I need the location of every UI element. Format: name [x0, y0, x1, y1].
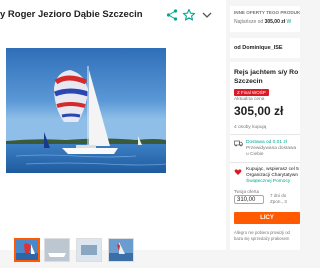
- thumbnail-3[interactable]: [76, 238, 102, 262]
- your-offer-label: Twoja oferta: [234, 189, 260, 194]
- seller-prefix: od: [234, 45, 241, 51]
- offer-card: Rejs jachtem s/y Ro Szczecin Z Final WOŚ…: [230, 62, 300, 250]
- other-offers-heading: INNE OFERTY TEGO PRODUK: [234, 10, 301, 15]
- bid-button[interactable]: LICY: [234, 212, 300, 224]
- offer-note-line2: Zpon., 3: [270, 199, 287, 204]
- footer-line1: Allegro nie pobiera prowizji od: [234, 230, 290, 235]
- share-icon[interactable]: [165, 8, 179, 22]
- heart-icon: [234, 169, 242, 175]
- divider: [230, 134, 300, 135]
- offer-title-line2: Szczecin: [234, 78, 263, 85]
- charity-badge: Z Final WOŚP: [234, 89, 269, 96]
- lowest-price-value: 305,00 zł: [264, 19, 286, 25]
- seller-card: od Dominique_ISE: [230, 38, 300, 58]
- seller-name[interactable]: Dominique_ISE: [242, 45, 282, 51]
- main-photo-sailboat[interactable]: [6, 48, 166, 173]
- chevron-down-icon[interactable]: [200, 8, 214, 22]
- truck-icon: [234, 140, 243, 147]
- thumbnail-1[interactable]: [14, 238, 40, 262]
- lowest-price-label: Najtańsze od: [234, 19, 264, 25]
- offer-amount-input[interactable]: 310,00: [234, 195, 264, 204]
- sidebar: INNE OFERTY TEGO PRODUK Najtańsze od 305…: [226, 0, 300, 250]
- buyers-count: 4 osoby kupują: [234, 125, 267, 130]
- offer-price: 305,00 zł: [234, 104, 284, 118]
- other-offers-delivery-link[interactable]: W: [287, 19, 292, 25]
- star-icon[interactable]: [182, 8, 196, 22]
- charity-link[interactable]: Świątecznej Pomocy: [246, 179, 299, 185]
- sailboat-image: [6, 48, 166, 173]
- delivery-location: u Ciebie: [246, 152, 264, 157]
- listing-title: y Roger Jezioro Dąbie Szczecin: [0, 9, 143, 20]
- footer-line2: baza się sprzedaży prakosem: [234, 235, 290, 241]
- thumbnail-4[interactable]: [108, 238, 134, 262]
- main-panel: y Roger Jezioro Dąbie Szczecin: [0, 0, 226, 262]
- divider: [230, 162, 300, 163]
- thumbnail-2[interactable]: [44, 238, 70, 262]
- other-offers-card: INNE OFERTY TEGO PRODUK Najtańsze od 305…: [230, 6, 300, 32]
- current-price-label: Aktualna cena: [234, 97, 265, 102]
- offer-title-line1: Rejs jachtem s/y Ro: [234, 69, 299, 76]
